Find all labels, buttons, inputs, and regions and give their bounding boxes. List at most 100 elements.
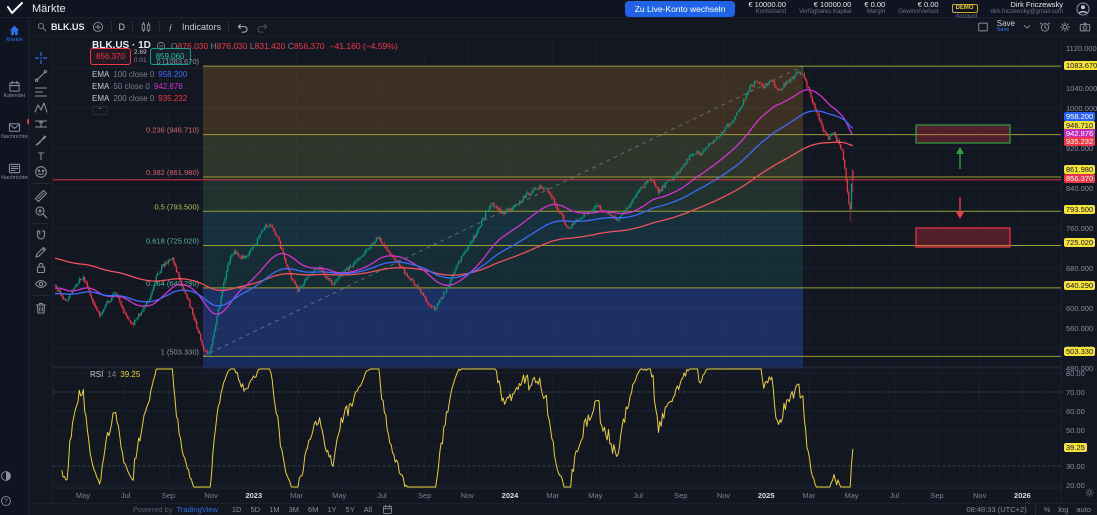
legend-collapse-button[interactable]: ⌃ — [92, 106, 108, 115]
fib-retracement-icon[interactable] — [33, 85, 49, 99]
rsi-tick: 70.00 — [1066, 388, 1085, 397]
time-label: Sep — [153, 491, 183, 500]
chart-canvas[interactable]: 0 (1083.670)0.236 (946.710)0.382 (861.98… — [53, 37, 1061, 503]
user-info: Dirk Friczewskydirk.friczewsky@gmail.com — [991, 1, 1063, 17]
range-all[interactable]: All — [364, 505, 372, 514]
zoom-in-icon[interactable] — [33, 205, 49, 219]
range-5y[interactable]: 5Y — [346, 505, 355, 514]
indicators-button[interactable]: ƒ Indicators — [167, 22, 221, 33]
svg-text:0.618 (725.020): 0.618 (725.020) — [146, 236, 199, 245]
price-label: 640.290 — [1064, 281, 1095, 290]
eye-hide-icon[interactable] — [33, 277, 49, 291]
range-1d[interactable]: 1D — [232, 505, 242, 514]
price-label: 935.232 — [1064, 137, 1095, 146]
price-tick: 680.000 — [1066, 264, 1093, 273]
trend-line-icon[interactable] — [33, 69, 49, 83]
long-position-icon[interactable] — [33, 117, 49, 131]
ohlc-values: O876.030 H876.030 L831.420 C856.370 — [171, 41, 325, 51]
contrast-icon — [0, 470, 12, 482]
price-label: 793.500 — [1064, 205, 1095, 214]
switch-live-account-button[interactable]: Zu Live-Konto wechseln — [625, 1, 736, 17]
calendar-icon — [8, 80, 21, 93]
powered-by-label: Powered by — [133, 505, 173, 514]
layout-icon[interactable] — [977, 21, 989, 33]
help-button[interactable]: ? — [0, 495, 29, 507]
search-icon — [37, 22, 47, 32]
range-buttons: 1D 5D 1M 3M 6M 1Y 5Y All — [232, 505, 372, 514]
sidebar-item-maerkte[interactable]: Märkte — [0, 24, 29, 43]
broker-logo-icon — [7, 2, 23, 15]
lock-icon[interactable] — [33, 261, 49, 275]
top-bar: Märkte Zu Live-Konto wechseln € 10000.00… — [0, 0, 1097, 18]
ema-100-legend[interactable]: EMA100 close 0958.200 — [92, 70, 187, 79]
sidebar-item-nachrichten-mail[interactable]: 1 Nachrichten — [0, 121, 29, 140]
range-1m[interactable]: 1M — [269, 505, 279, 514]
save-button[interactable]: Save Save — [997, 20, 1015, 34]
xabcd-pattern-icon[interactable] — [33, 101, 49, 115]
add-symbol-icon[interactable] — [92, 21, 104, 33]
divider — [33, 223, 49, 224]
price-tick: 760.000 — [1066, 224, 1093, 233]
bottom-bar: Powered by TradingView 1D 5D 1M 3M 6M 1Y 5Y All… — [29, 503, 1097, 515]
ema-50-legend[interactable]: EMA50 close 0942.876 — [92, 82, 183, 91]
text-tool-icon[interactable]: T — [33, 149, 49, 163]
range-3m[interactable]: 3M — [289, 505, 299, 514]
price-label: 1083.670 — [1064, 61, 1097, 70]
toolbar-right: Save Save — [977, 20, 1097, 34]
interval-button[interactable]: D — [119, 22, 126, 32]
sidebar-item-nachrichten-news[interactable]: Nachrichten — [0, 162, 29, 181]
ema-200-legend[interactable]: EMA200 close 0935.232 — [92, 94, 187, 103]
range-1y[interactable]: 1Y — [327, 505, 336, 514]
rsi-legend[interactable]: RSI1439.25 — [90, 370, 140, 379]
sidebar-item-kalender[interactable]: Kalender — [0, 80, 29, 99]
help-icon: ? — [0, 495, 12, 507]
chart-pane[interactable]: 0 (1083.670)0.236 (946.710)0.382 (861.98… — [53, 37, 1061, 503]
sell-button[interactable]: 856.370 — [90, 48, 131, 65]
alert-icon[interactable] — [1039, 21, 1051, 33]
range-6m[interactable]: 6M — [308, 505, 318, 514]
emoji-icon[interactable] — [33, 165, 49, 179]
price-tick: 840.000 — [1066, 184, 1093, 193]
clock[interactable]: 08:48:33 (UTC+2) — [966, 505, 1026, 514]
time-label: May — [68, 491, 98, 500]
divider — [1035, 505, 1036, 515]
price-label: 39.25 — [1064, 443, 1087, 452]
divider — [33, 183, 49, 184]
time-axis[interactable]: MayJulSepNov2023MarMayJulSepNov2024MarMa… — [53, 489, 1061, 503]
go-to-date-icon[interactable] — [382, 504, 393, 515]
camera-icon[interactable] — [1079, 21, 1091, 33]
redo-icon[interactable] — [256, 22, 269, 33]
time-label: 2024 — [495, 491, 525, 500]
log-scale-button[interactable]: log — [1058, 505, 1068, 514]
undo-icon[interactable] — [236, 22, 249, 33]
theme-toggle-button[interactable] — [0, 470, 29, 482]
crosshair-icon[interactable] — [33, 51, 49, 65]
price-tick: 600.000 — [1066, 304, 1093, 313]
tradingview-link[interactable]: TradingView — [177, 505, 218, 514]
range-5d[interactable]: 5D — [250, 505, 260, 514]
buy-button[interactable]: 859.060 — [150, 48, 191, 65]
price-axis[interactable]: 1120.0001040.0001000.000920.000840.00076… — [1061, 37, 1097, 503]
time-label: Jul — [111, 491, 141, 500]
axis-settings-gear-icon[interactable] — [1084, 487, 1095, 498]
symbol-search[interactable]: BLK.US — [37, 22, 85, 32]
time-label: Nov — [709, 491, 739, 500]
time-label: 2025 — [751, 491, 781, 500]
chart-type-candles-icon[interactable] — [140, 21, 152, 33]
measure-ruler-icon[interactable] — [33, 189, 49, 203]
chevron-down-icon[interactable] — [1023, 23, 1031, 31]
avatar-icon[interactable] — [1076, 2, 1090, 16]
demo-account-badge: DEMOAccount — [952, 0, 978, 21]
divider — [111, 22, 112, 32]
svg-text:0.382 (861.980): 0.382 (861.980) — [146, 168, 199, 177]
news-icon — [8, 162, 21, 175]
pencil-edit-icon[interactable] — [33, 245, 49, 259]
brush-icon[interactable] — [33, 133, 49, 147]
time-label: Jul — [367, 491, 397, 500]
settings-gear-icon[interactable] — [1059, 21, 1071, 33]
trash-icon[interactable] — [33, 301, 49, 315]
magnet-icon[interactable] — [33, 229, 49, 243]
stat-gewinn-verlust: € 0.00Gewinn/Verlust — [898, 1, 938, 16]
auto-scale-button[interactable]: auto — [1076, 505, 1091, 514]
percent-scale-button[interactable]: % — [1044, 505, 1051, 514]
